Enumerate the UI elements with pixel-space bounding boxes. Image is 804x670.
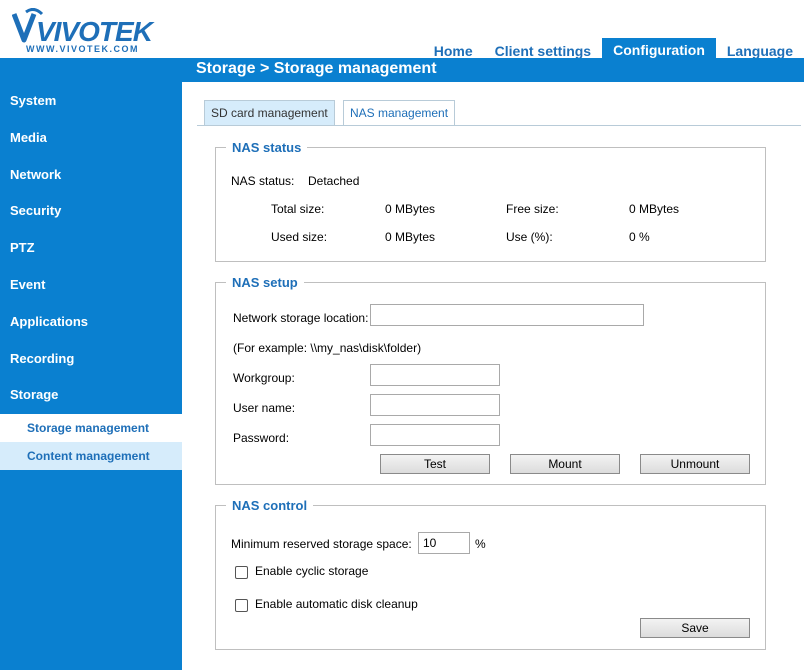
- sidebar-item-event[interactable]: Event: [10, 277, 45, 292]
- sidebar-item-applications[interactable]: Applications: [10, 314, 88, 329]
- sidebar-item-media[interactable]: Media: [10, 130, 47, 145]
- save-button[interactable]: Save: [640, 618, 750, 638]
- unmount-button[interactable]: Unmount: [640, 454, 750, 474]
- free-size-value: 0 MBytes: [629, 202, 680, 216]
- reserved-space-unit: %: [475, 537, 486, 551]
- tab-nas-management[interactable]: NAS management: [343, 100, 456, 126]
- sidebar-item-storage[interactable]: Storage: [10, 387, 58, 402]
- workgroup-label: Workgroup:: [233, 371, 295, 385]
- sidebar: System Media Network Security PTZ Event …: [0, 82, 182, 670]
- header: VIVOTEK WWW.VIVOTEK.COM Home Client sett…: [0, 0, 804, 62]
- total-size-label: Total size:: [271, 202, 325, 216]
- logo-url: WWW.VIVOTEK.COM: [26, 44, 139, 54]
- reserved-space-input[interactable]: [418, 532, 470, 554]
- workgroup-input[interactable]: [370, 364, 500, 386]
- sidebar-subitem-content-management[interactable]: Content management: [0, 442, 182, 470]
- nas-status-value: Detached: [308, 174, 360, 188]
- sidebar-item-network[interactable]: Network: [10, 167, 61, 182]
- sidebar-item-recording[interactable]: Recording: [10, 351, 74, 366]
- reserved-space-label: Minimum reserved storage space:: [231, 537, 412, 551]
- nas-status-legend: NAS status: [232, 140, 302, 155]
- sidebar-subitem-storage-management[interactable]: Storage management: [0, 414, 182, 442]
- title-bar: Storage > Storage management: [0, 58, 804, 82]
- disk-cleanup-label: Enable automatic disk cleanup: [255, 597, 418, 611]
- disk-cleanup-checkbox[interactable]: [235, 599, 248, 612]
- use-percent-label: Use (%):: [506, 230, 553, 244]
- password-input[interactable]: [370, 424, 500, 446]
- vivotek-logo[interactable]: VIVOTEK WWW.VIVOTEK.COM: [12, 8, 162, 56]
- sidebar-item-security[interactable]: Security: [10, 203, 61, 218]
- sidebar-item-ptz[interactable]: PTZ: [10, 240, 35, 255]
- nas-status-label: NAS status:: [231, 174, 295, 188]
- sidebar-item-system[interactable]: System: [10, 93, 56, 108]
- network-storage-location-label: Network storage location:: [233, 311, 369, 325]
- test-button[interactable]: Test: [380, 454, 490, 474]
- total-size-value: 0 MBytes: [385, 202, 436, 216]
- nas-setup-legend: NAS setup: [232, 275, 298, 290]
- username-label: User name:: [233, 401, 296, 415]
- page-title: Storage > Storage management: [196, 60, 437, 77]
- tab-sd-card-management[interactable]: SD card management: [204, 100, 335, 126]
- use-percent-value: 0 %: [629, 230, 650, 244]
- network-storage-location-input[interactable]: [370, 304, 644, 326]
- free-size-label: Free size:: [506, 202, 559, 216]
- username-input[interactable]: [370, 394, 500, 416]
- mount-button[interactable]: Mount: [510, 454, 620, 474]
- cyclic-storage-checkbox[interactable]: [235, 566, 248, 579]
- nas-control-legend: NAS control: [232, 498, 308, 513]
- cyclic-storage-label: Enable cyclic storage: [255, 564, 369, 578]
- password-label: Password:: [233, 431, 290, 445]
- used-size-value: 0 MBytes: [385, 230, 436, 244]
- used-size-label: Used size:: [271, 230, 328, 244]
- storage-location-example: (For example: \\my_nas\disk\folder): [233, 341, 422, 355]
